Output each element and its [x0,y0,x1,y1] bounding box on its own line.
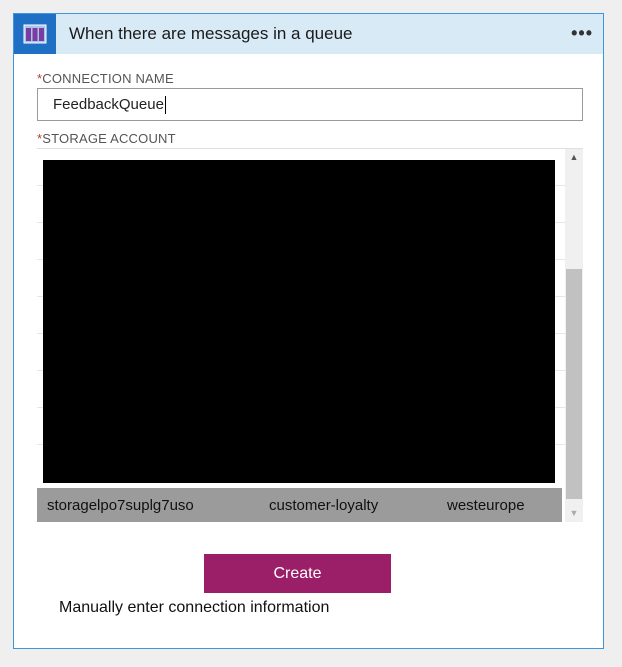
storage-account-label-text: STORAGE ACCOUNT [42,131,176,146]
storage-account-label: *STORAGE ACCOUNT [37,131,176,146]
connection-name-value: FeedbackQueue [53,96,164,113]
connection-name-label-text: CONNECTION NAME [42,71,174,86]
storage-account-list[interactable]: storagelpo7suplg7uso customer-loyalty we… [37,148,583,522]
connection-name-input[interactable]: FeedbackQueue [37,88,583,121]
more-options-icon[interactable]: ••• [571,14,593,54]
create-button[interactable]: Create [204,554,391,593]
card-header: When there are messages in a queue ••• [14,14,603,54]
redacted-list-area [43,160,555,483]
resource-group: customer-loyalty [269,497,379,514]
storage-account-name: storagelpo7suplg7uso [47,497,194,514]
queue-icon [14,14,56,54]
manual-connection-link[interactable]: Manually enter connection information [59,599,329,617]
text-caret [164,96,166,115]
location: westeurope [447,497,525,514]
scroll-thumb[interactable] [566,269,582,499]
scroll-down-icon[interactable]: ▼ [565,505,583,521]
storage-account-row-selected[interactable]: storagelpo7suplg7uso customer-loyalty we… [37,488,562,522]
connection-name-label: *CONNECTION NAME [37,71,174,86]
trigger-card: When there are messages in a queue ••• *… [13,13,604,649]
list-scrollbar[interactable]: ▲ ▼ [565,149,583,522]
trigger-title: When there are messages in a queue [69,24,353,43]
scroll-up-icon[interactable]: ▲ [565,149,583,165]
